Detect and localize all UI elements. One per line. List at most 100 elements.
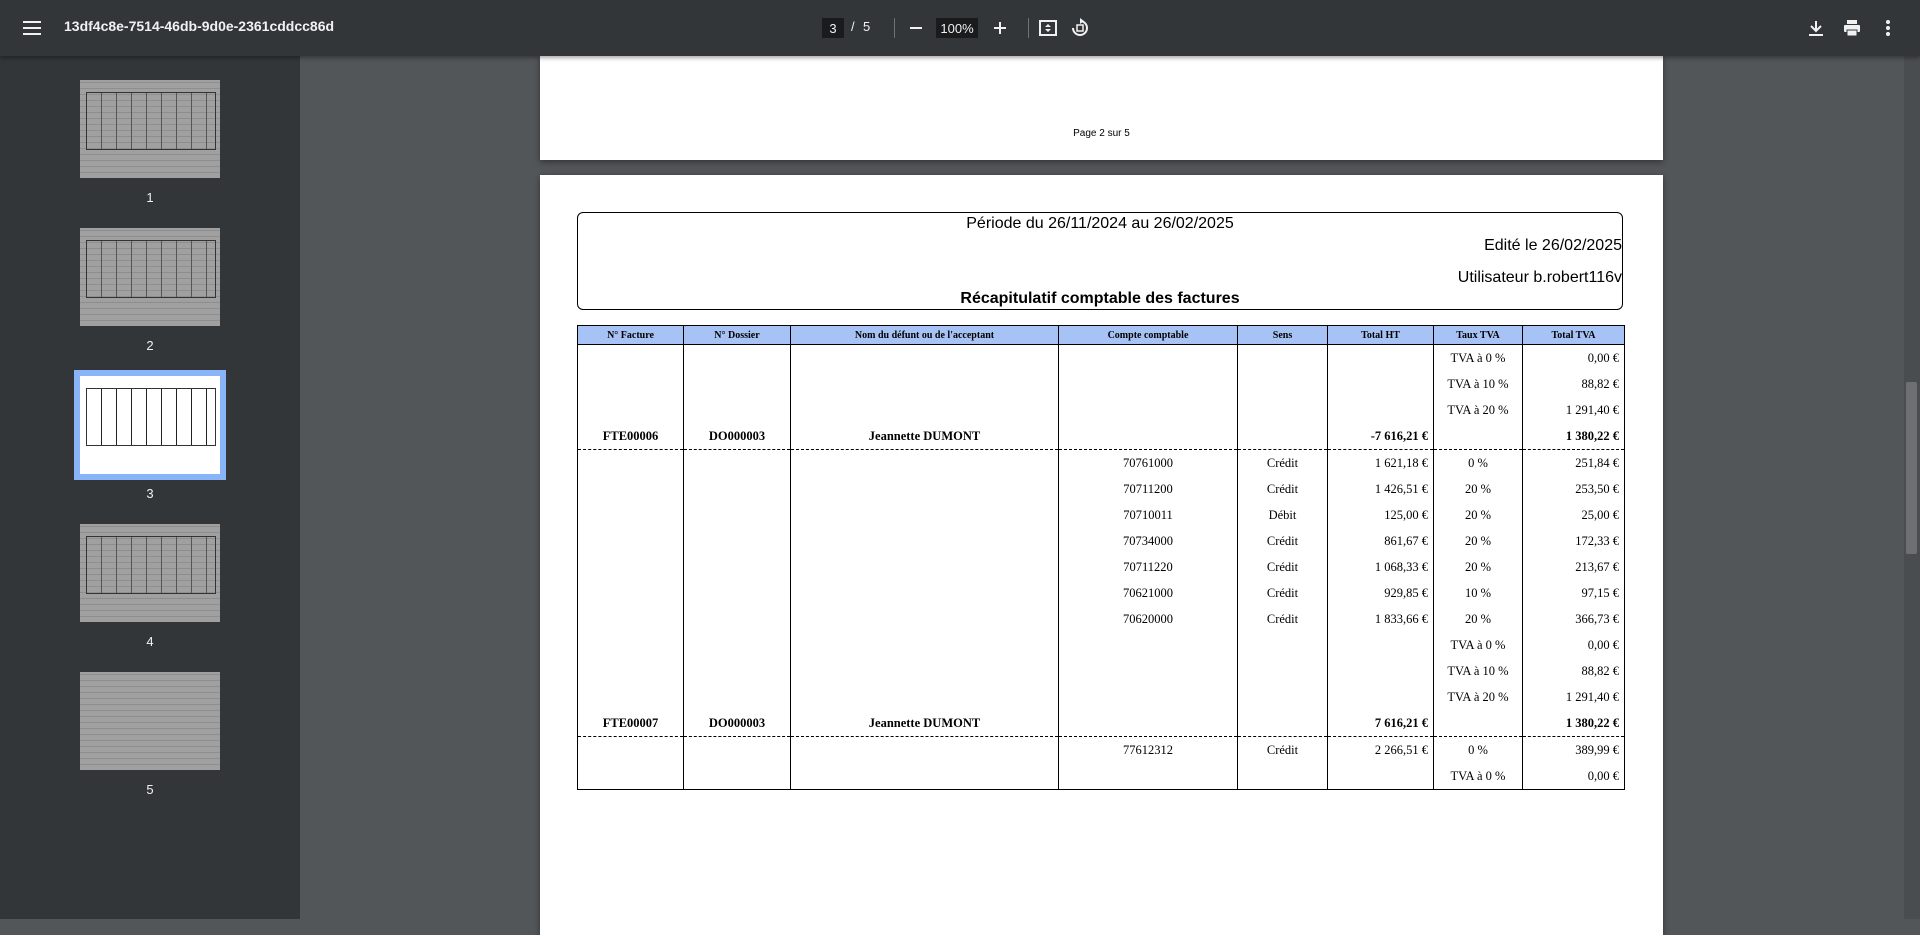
table-cell-ht: 1 621,18 € — [1327, 449, 1434, 476]
table-row: 70711200 Crédit 1 426,51 €20 % 253,50 € — [577, 476, 1625, 502]
table-cell-facture — [577, 632, 684, 658]
zoom-input[interactable] — [936, 18, 978, 38]
thumbnail-page-5[interactable] — [80, 672, 220, 770]
table-cell-tva: 253,50 € — [1522, 476, 1625, 502]
table-cell-dossier — [683, 658, 791, 684]
table-cell-dossier — [683, 632, 791, 658]
table-cell-taux: TVA à 0 % — [1433, 344, 1523, 371]
thumbnail-label: 2 — [146, 338, 154, 353]
table-cell-nom — [790, 736, 1059, 763]
table-cell-tva: 172,33 € — [1522, 528, 1625, 554]
table-cell-dossier — [683, 736, 791, 763]
report-user: Utilisateur b.robert116v — [1457, 269, 1622, 286]
table-cell-ht — [1327, 658, 1434, 684]
table-cell-facture — [577, 371, 684, 397]
table-cell-facture — [577, 580, 684, 606]
table-cell-facture — [577, 449, 684, 476]
table-row: 70734000 Crédit 861,67 €20 % 172,33 € — [577, 528, 1625, 554]
fit-to-page-icon[interactable] — [1036, 16, 1060, 40]
table-cell-tva: 97,15 € — [1522, 580, 1625, 606]
download-icon[interactable] — [1804, 16, 1828, 40]
report-edit-date: Edité le 26/02/2025 — [1484, 237, 1622, 254]
table-cell-sens: Crédit — [1237, 449, 1328, 476]
table-cell-compte — [1058, 658, 1238, 684]
thumbnail-sidebar: 1 2 3 4 5 — [0, 56, 300, 919]
table-row: 70761000 Crédit 1 621,18 €0 % 251,84 € — [577, 449, 1625, 476]
accounting-table: N° Facture N° Dossier Nom du défunt ou d… — [577, 325, 1625, 790]
table-cell-nom — [790, 397, 1059, 423]
table-cell-compte: 70620000 — [1058, 606, 1238, 632]
table-cell-compte — [1058, 632, 1238, 658]
table-cell-tva: 0,00 € — [1522, 344, 1625, 371]
rotate-icon[interactable] — [1068, 16, 1092, 40]
pdf-page-2: Page 2 sur 5 — [540, 56, 1663, 160]
more-options-icon[interactable] — [1876, 16, 1900, 40]
table-cell-nom — [790, 763, 1059, 790]
table-cell-dossier — [683, 763, 791, 790]
table-cell-dossier — [683, 502, 791, 528]
thumbnail-page-2[interactable] — [80, 228, 220, 326]
table-cell-compte — [1058, 710, 1238, 737]
table-cell-ht — [1327, 632, 1434, 658]
table-cell-facture: FTE00007 — [577, 710, 684, 737]
table-cell-taux: 20 % — [1433, 476, 1523, 502]
thumbnail-label: 4 — [146, 634, 154, 649]
table-cell-ht — [1327, 397, 1434, 423]
table-cell-nom — [790, 658, 1059, 684]
table-cell-tva: 1 291,40 € — [1522, 684, 1625, 710]
menu-icon[interactable] — [20, 16, 44, 40]
table-cell-tva: 0,00 € — [1522, 763, 1625, 790]
column-header: Total HT — [1327, 325, 1434, 345]
column-header: Nom du défunt ou de l'acceptant — [790, 325, 1059, 345]
thumbnail-page-4[interactable] — [80, 524, 220, 622]
table-row: TVA à 0 % 0,00 € — [577, 344, 1625, 371]
table-row: 70621000 Crédit 929,85 €10 % 97,15 € — [577, 580, 1625, 606]
table-cell-taux: 20 % — [1433, 528, 1523, 554]
table-cell-facture — [577, 763, 684, 790]
scrollbar-thumb[interactable] — [1906, 382, 1917, 554]
table-cell-nom — [790, 449, 1059, 476]
table-cell-taux: TVA à 20 % — [1433, 397, 1523, 423]
print-icon[interactable] — [1840, 16, 1864, 40]
thumbnail-page-1[interactable] — [80, 80, 220, 178]
table-row: 70711220 Crédit 1 068,33 €20 % 213,67 € — [577, 554, 1625, 580]
table-cell-ht: 1 068,33 € — [1327, 554, 1434, 580]
zoom-in-icon[interactable] — [988, 16, 1012, 40]
page-number-input[interactable] — [822, 18, 844, 38]
table-cell-dossier — [683, 344, 791, 371]
table-cell-facture — [577, 528, 684, 554]
table-row: FTE00007 DO000003 Jeannette DUMONT 7 616,21… — [577, 710, 1625, 737]
table-cell-ht: 929,85 € — [1327, 580, 1434, 606]
toolbar-divider — [1028, 18, 1029, 38]
table-row: 70710011 Débit 125,00 €20 % 25,00 € — [577, 502, 1625, 528]
table-cell-sens: Crédit — [1237, 580, 1328, 606]
table-cell-facture — [577, 502, 684, 528]
table-cell-nom — [790, 476, 1059, 502]
table-cell-tva: 251,84 € — [1522, 449, 1625, 476]
table-cell-sens: Crédit — [1237, 736, 1328, 763]
table-cell-taux — [1433, 710, 1523, 737]
table-cell-sens: Crédit — [1237, 554, 1328, 580]
column-header: Taux TVA — [1433, 325, 1523, 345]
column-header: N° Facture — [577, 325, 684, 345]
table-cell-tva: 25,00 € — [1522, 502, 1625, 528]
zoom-out-icon[interactable] — [904, 16, 928, 40]
table-cell-tva: 213,67 € — [1522, 554, 1625, 580]
table-cell-ht — [1327, 763, 1434, 790]
table-cell-dossier — [683, 554, 791, 580]
table-row: 77612312 Crédit 2 266,51 €0 % 389,99 € — [577, 736, 1625, 763]
table-header-row: N° Facture N° Dossier Nom du défunt ou d… — [577, 325, 1625, 345]
table-cell-facture: FTE00006 — [577, 423, 684, 450]
document-title: 13df4c8e-7514-46db-9d0e-2361cddcc86d — [64, 18, 335, 34]
table-cell-taux: 10 % — [1433, 580, 1523, 606]
thumbnail-page-3[interactable] — [74, 370, 226, 480]
table-cell-tva: 88,82 € — [1522, 658, 1625, 684]
table-row: TVA à 10 % 88,82 € — [577, 658, 1625, 684]
table-cell-dossier — [683, 449, 791, 476]
table-cell-sens — [1237, 684, 1328, 710]
total-pages: 5 — [863, 19, 871, 34]
table-cell-nom: Jeannette DUMONT — [790, 710, 1059, 737]
table-cell-taux: TVA à 0 % — [1433, 763, 1523, 790]
table-cell-nom — [790, 684, 1059, 710]
table-row: 70620000 Crédit 1 833,66 €20 % 366,73 € — [577, 606, 1625, 632]
